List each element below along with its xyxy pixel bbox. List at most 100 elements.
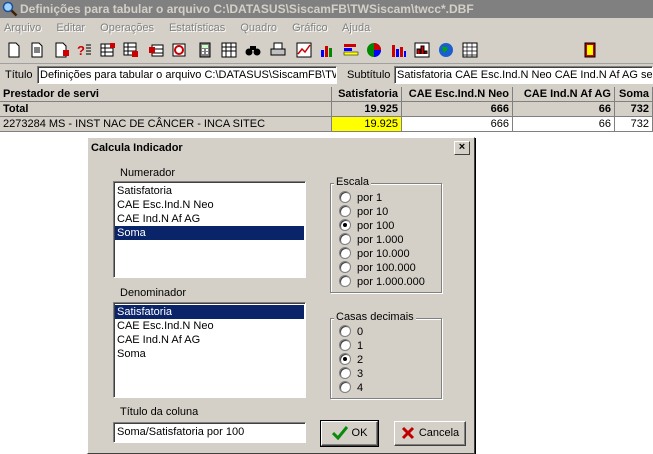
- line-chart-icon[interactable]: [296, 42, 312, 58]
- grid-header-satisfatoria[interactable]: Satisfatoria: [332, 87, 402, 102]
- table-icon[interactable]: [100, 42, 116, 58]
- radio-circle: [339, 275, 351, 287]
- cancel-button-label: Cancela: [418, 427, 460, 439]
- grid-header-cae-esc[interactable]: CAE Esc.Ind.N Neo: [402, 87, 513, 102]
- ok-button[interactable]: OK: [320, 420, 379, 447]
- menu-editar[interactable]: Editar: [56, 22, 85, 34]
- casas-decimais-label: Casas decimais: [334, 311, 416, 323]
- open-doc-icon[interactable]: [29, 42, 45, 58]
- radio-circle: [339, 325, 351, 337]
- denominador-item[interactable]: CAE Esc.Ind.N Neo: [115, 319, 304, 333]
- escala-option-selected[interactable]: por 100: [339, 219, 394, 233]
- table-link-icon[interactable]: [148, 42, 164, 58]
- column-chart-icon[interactable]: [391, 42, 407, 58]
- subtitulo-label: Subtítulo: [347, 69, 391, 81]
- menu-bar: Arquivo Editar Operações Estatísticas Qu…: [0, 18, 653, 38]
- menu-grafico[interactable]: Gráfico: [292, 22, 327, 34]
- cancel-button[interactable]: Cancela: [394, 421, 466, 446]
- grid-cell-cae-ind[interactable]: 66: [513, 117, 615, 132]
- numerador-item[interactable]: CAE Esc.Ind.N Neo: [115, 198, 304, 212]
- doc-edit-icon[interactable]: [54, 42, 70, 58]
- print-icon[interactable]: [270, 42, 286, 58]
- grid-header-cae-ind[interactable]: CAE Ind.N Af AG: [513, 87, 615, 102]
- escala-option[interactable]: por 1: [339, 191, 382, 205]
- calculator-icon[interactable]: [197, 42, 213, 58]
- ok-button-label: OK: [351, 427, 368, 439]
- grid-header-prestador[interactable]: Prestador de servi: [0, 87, 332, 102]
- escala-option[interactable]: por 1.000.000: [339, 275, 425, 289]
- menu-operacoes[interactable]: Operações: [100, 22, 154, 34]
- horizontal-bar-icon[interactable]: [343, 42, 359, 58]
- close-icon[interactable]: ×: [454, 141, 470, 155]
- grid-header-soma[interactable]: Soma: [615, 87, 653, 102]
- escala-option[interactable]: por 1.000: [339, 233, 403, 247]
- titulo-input[interactable]: Definições para tabular o arquivo C:\DAT…: [37, 66, 337, 84]
- grid-total-soma: 732: [615, 102, 653, 117]
- radio-circle: [339, 233, 351, 245]
- numerador-item[interactable]: CAE Ind.N Af AG: [115, 212, 304, 226]
- radio-circle-checked: [339, 353, 351, 365]
- casas-option-selected[interactable]: 2: [339, 353, 363, 367]
- titulo-label: Título: [5, 69, 33, 81]
- escala-option-label: por 100.000: [357, 262, 416, 274]
- grid-row-label[interactable]: 2273284 MS - INST NAC DE CÂNCER - INCA S…: [0, 117, 332, 132]
- table-refresh-icon[interactable]: [171, 42, 187, 58]
- escala-option-label: por 1.000.000: [357, 276, 425, 288]
- escala-option[interactable]: por 10.000: [339, 247, 410, 261]
- menu-arquivo[interactable]: Arquivo: [4, 22, 41, 34]
- grid-icon[interactable]: [462, 42, 478, 58]
- casas-option[interactable]: 0: [339, 325, 363, 339]
- escala-option[interactable]: por 10: [339, 205, 388, 219]
- denominador-item[interactable]: Soma: [115, 347, 304, 361]
- casas-option[interactable]: 4: [339, 381, 363, 395]
- denominador-listbox[interactable]: Satisfatoria CAE Esc.Ind.N Neo CAE Ind.N…: [113, 302, 306, 398]
- checkmark-icon: [331, 426, 348, 441]
- escala-option-label: por 10.000: [357, 248, 410, 260]
- escala-option-label: por 100: [357, 220, 395, 232]
- radio-circle: [339, 367, 351, 379]
- help-icon[interactable]: ?: [77, 42, 93, 58]
- denominador-item-selected[interactable]: Satisfatoria: [115, 305, 304, 319]
- casas-option[interactable]: 3: [339, 367, 363, 381]
- radio-circle: [339, 205, 351, 217]
- titulo-coluna-input[interactable]: Soma/Satisfatoria por 100: [113, 422, 306, 443]
- histogram-icon[interactable]: [414, 42, 430, 58]
- grid-cell-cae-esc[interactable]: 666: [402, 117, 513, 132]
- radio-circle: [339, 247, 351, 259]
- escala-option[interactable]: por 100.000: [339, 261, 416, 275]
- grid-total-satisfatoria: 19.925: [332, 102, 402, 117]
- radio-circle: [339, 381, 351, 393]
- subtitulo-input[interactable]: Satisfatoria CAE Esc.Ind.N Neo CAE Ind.N…: [394, 66, 653, 84]
- casas-option-label: 4: [357, 382, 364, 394]
- grid-cell-soma[interactable]: 732: [615, 117, 653, 132]
- casas-option[interactable]: 1: [339, 339, 363, 353]
- radio-circle: [339, 191, 351, 203]
- numerador-item[interactable]: Satisfatoria: [115, 184, 304, 198]
- radio-circle: [339, 261, 351, 273]
- casas-option-label: 1: [357, 340, 364, 352]
- exit-door-icon[interactable]: [582, 42, 598, 58]
- menu-estatisticas[interactable]: Estatísticas: [169, 22, 225, 34]
- numerador-listbox[interactable]: Satisfatoria CAE Esc.Ind.N Neo CAE Ind.N…: [113, 181, 306, 278]
- new-doc-icon[interactable]: [6, 42, 22, 58]
- denominador-item[interactable]: CAE Ind.N Af AG: [115, 333, 304, 347]
- numerador-label: Numerador: [120, 167, 176, 179]
- escala-option-label: por 1: [357, 192, 383, 204]
- binoculars-icon[interactable]: [245, 42, 261, 58]
- sheet-icon[interactable]: [221, 42, 237, 58]
- escala-option-label: por 1.000: [357, 234, 404, 246]
- menu-ajuda[interactable]: Ajuda: [342, 22, 370, 34]
- calcula-indicador-dialog: Calcula Indicador × Numerador Satisfator…: [87, 137, 475, 454]
- table-edit-icon[interactable]: [123, 42, 139, 58]
- escala-option-label: por 10: [357, 206, 389, 218]
- numerador-item-selected[interactable]: Soma: [115, 226, 304, 240]
- denominador-label: Denominador: [120, 287, 187, 299]
- globe-icon[interactable]: [438, 42, 454, 58]
- pie-chart-icon[interactable]: [366, 42, 382, 58]
- bar-chart-icon[interactable]: [319, 42, 335, 58]
- results-grid: Prestador de servi Satisfatoria CAE Esc.…: [0, 87, 653, 133]
- menu-quadro[interactable]: Quadro: [240, 22, 277, 34]
- grid-cell-satisfatoria[interactable]: 19.925: [332, 117, 402, 132]
- casas-option-label: 3: [357, 368, 364, 380]
- radio-circle-checked: [339, 219, 351, 231]
